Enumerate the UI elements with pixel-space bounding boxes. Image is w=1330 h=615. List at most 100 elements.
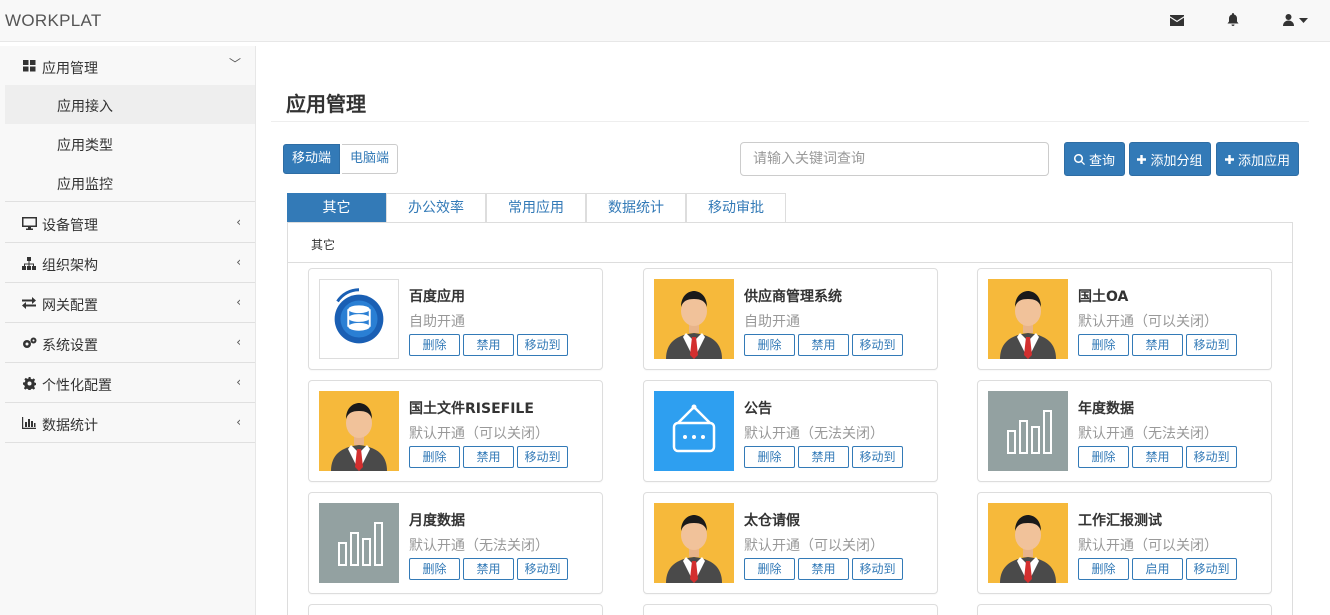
sidebar-item-org-structure[interactable]: 组织架构 ‹ [5,243,255,283]
envelope-icon[interactable] [1166,10,1188,30]
app-name: 国土文件RISEFILE [409,401,534,417]
app-status: 自助开通 [409,314,465,330]
app-card [643,604,938,615]
app-card: 供应商管理系统 自助开通删除 禁用 移动到 [643,268,938,370]
move-to-button[interactable]: 移动到 [1186,334,1237,356]
mobile-toggle-button[interactable]: 移动端 [283,144,341,174]
exchange-icon [21,295,37,311]
app-status: 默认开通（无法关闭） [409,538,549,554]
app-card: 年度数据 默认开通（无法关闭） 删除 禁用 移动到 [977,380,1272,482]
app-name: 太仓请假 [744,513,800,529]
move-to-button[interactable]: 移动到 [1186,446,1237,468]
sidebar-item-label: 网关配置 [42,298,98,314]
caret-down-icon [1298,17,1308,23]
sidebar-subitem-label: 应用监控 [57,177,113,193]
sidebar-item-personalization[interactable]: 个性化配置 ‹ [5,363,255,403]
sidebar-item-label: 数据统计 [42,418,98,434]
app-name: 国土OA [1078,289,1129,305]
delete-button[interactable]: 删除 [744,446,795,468]
gears-icon [21,335,37,351]
app-card: 百度应用 自助开通 删除 禁用 移动到 [308,268,603,370]
disable-button[interactable]: 禁用 [798,446,849,468]
delete-button[interactable]: 删除 [1078,334,1129,356]
delete-button[interactable]: 删除 [409,334,460,356]
sidebar-subitem-app-monitor[interactable]: 应用监控 [5,163,255,202]
bell-icon[interactable] [1222,10,1244,30]
bar-chart-icon [988,391,1068,471]
add-app-button[interactable]: 添加应用 [1216,142,1299,176]
chevron-left-icon: ‹ [236,375,241,389]
sidebar-item-label: 个性化配置 [42,378,112,394]
move-to-button[interactable]: 移动到 [852,558,903,580]
app-status: 自助开通 [744,314,800,330]
sidebar-subitem-label: 应用类型 [57,138,113,154]
sidebar-subitem-app-types[interactable]: 应用类型 [5,124,255,163]
delete-button[interactable]: 删除 [409,446,460,468]
app-card [308,604,603,615]
move-to-button[interactable]: 移动到 [1186,558,1237,580]
disable-button[interactable]: 禁用 [463,334,514,356]
delete-button[interactable]: 删除 [409,558,460,580]
chevron-left-icon: ‹ [236,255,241,269]
tab-other[interactable]: 其它 [287,193,386,223]
sidebar-item-app-management[interactable]: 应用管理 ﹀ [5,46,255,86]
app-name: 月度数据 [409,513,465,529]
user-menu[interactable] [1280,10,1310,30]
move-to-button[interactable]: 移动到 [517,334,568,356]
delete-button[interactable]: 删除 [744,558,795,580]
move-to-button[interactable]: 移动到 [517,446,568,468]
delete-button[interactable]: 删除 [1078,446,1129,468]
sidebar-item-gateway-config[interactable]: 网关配置 ‹ [5,283,255,323]
grid-icon [21,58,37,74]
tab-data-stats[interactable]: 数据统计 [586,193,686,223]
baidu-logo-icon [319,279,399,359]
disable-button[interactable]: 禁用 [798,334,849,356]
avatar-icon [988,279,1068,359]
top-navbar: WORKPLAT [0,0,1330,42]
search-input[interactable] [740,142,1049,176]
app-card: 太仓请假 默认开通（可以关闭） 删除 禁用 移动到 [643,492,938,594]
bar-chart-icon [21,415,37,431]
chevron-down-icon: ﹀ [228,57,241,71]
tab-mobile-approval[interactable]: 移动审批 [686,193,786,223]
avatar-icon [654,503,734,583]
chevron-left-icon: ‹ [236,215,241,229]
disable-button[interactable]: 禁用 [1132,334,1183,356]
app-status: 默认开通（可以关闭） [1078,538,1218,554]
move-to-button[interactable]: 移动到 [852,446,903,468]
disable-button[interactable]: 禁用 [463,446,514,468]
sitemap-icon [21,255,37,271]
move-to-button[interactable]: 移动到 [517,558,568,580]
tab-office-efficiency[interactable]: 办公效率 [386,193,486,223]
chevron-left-icon: ‹ [236,295,241,309]
disable-button[interactable]: 禁用 [463,558,514,580]
move-to-button[interactable]: 移动到 [852,334,903,356]
add-group-button[interactable]: 添加分组 [1129,142,1211,176]
sidebar-item-device-management[interactable]: 设备管理 ‹ [5,203,255,243]
user-icon [1282,14,1294,26]
app-card: 公告 默认开通（无法关闭） 删除 禁用 移动到 [643,380,938,482]
delete-button[interactable]: 删除 [1078,558,1129,580]
app-name: 工作汇报测试 [1078,513,1162,529]
sidebar-item-system-settings[interactable]: 系统设置 ‹ [5,323,255,363]
disable-button[interactable]: 禁用 [798,558,849,580]
delete-button[interactable]: 删除 [744,334,795,356]
app-name: 公告 [744,401,772,417]
sidebar-item-label: 组织架构 [42,258,98,274]
sidebar-subitem-app-access[interactable]: 应用接入 [5,85,255,124]
group-header: 其它 [288,223,1292,263]
sidebar-item-label: 设备管理 [42,218,98,234]
brand-logo[interactable]: WORKPLAT [5,11,102,31]
group-title: 其它 [311,238,336,252]
pc-toggle-button[interactable]: 电脑端 [342,144,399,174]
app-card: 月度数据默认开通（无法关闭） 删除 禁用 移动到 [308,492,603,594]
disable-button[interactable]: 禁用 [1132,446,1183,468]
enable-button[interactable]: 启用 [1132,558,1183,580]
app-name: 供应商管理系统 [744,289,842,305]
tab-common-apps[interactable]: 常用应用 [486,193,586,223]
app-status: 默认开通（可以关闭） [1078,314,1218,330]
desktop-icon [21,215,37,231]
query-button[interactable]: 查询 [1064,142,1125,176]
notice-board-icon [654,391,734,471]
sidebar-item-data-stats[interactable]: 数据统计 ‹ [5,403,255,443]
